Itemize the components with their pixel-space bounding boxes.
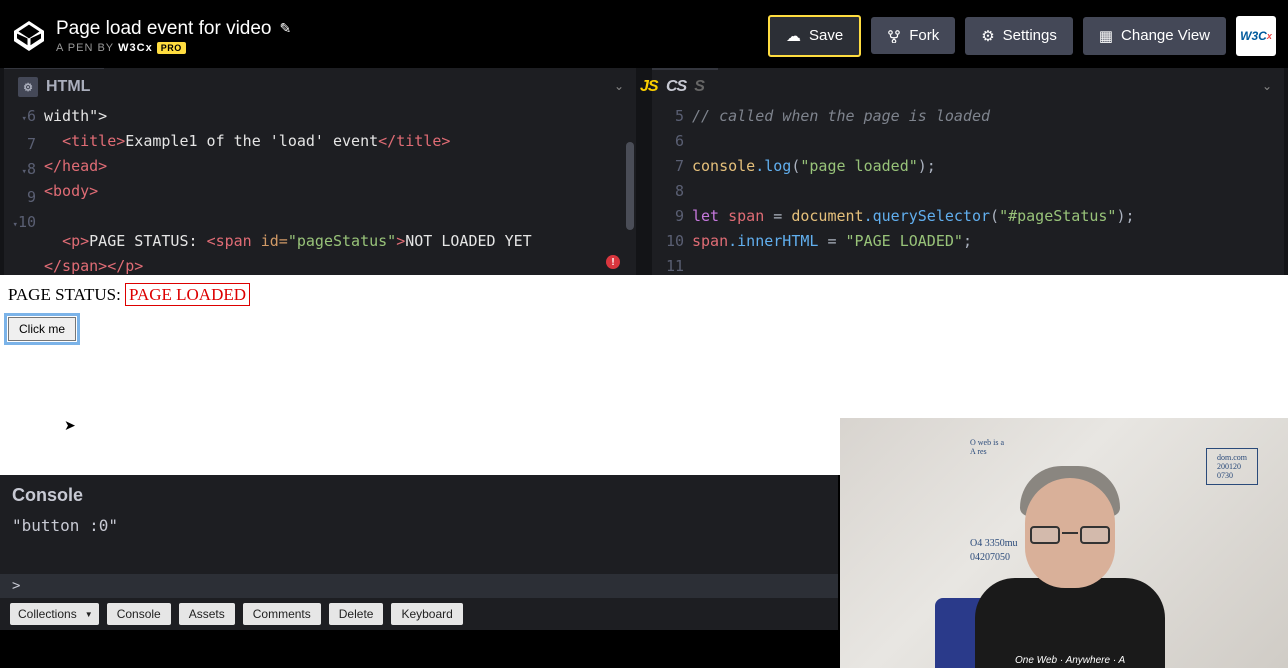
html-tab[interactable]: ⚙ HTML xyxy=(4,68,104,105)
page-status-line: PAGE STATUS: PAGE LOADED xyxy=(8,285,1280,305)
js-editor: CSS JS ⌄ 5 6 7 8 9 10 11 // called when … xyxy=(652,68,1284,275)
layout-icon: ▦ xyxy=(1099,27,1113,45)
gear-icon: ⚙ xyxy=(981,27,994,45)
chevron-down-icon[interactable]: ⌄ xyxy=(1250,79,1284,93)
js-editor-header: CSS JS ⌄ xyxy=(652,68,1284,104)
editor-gear-icon[interactable]: ⚙ xyxy=(18,77,38,97)
pen-by-label: A PEN BY xyxy=(56,42,114,54)
js-code-area[interactable]: 5 6 7 8 9 10 11 // called when the page … xyxy=(652,104,1284,275)
html-gutter: ▾6 7 ▾8 9 ▾10 xyxy=(4,104,44,275)
html-editor-header: ⚙ HTML ⌄ xyxy=(4,68,636,104)
chevron-down-icon[interactable]: ⌄ xyxy=(602,79,636,93)
js-code-lines[interactable]: // called when the page is loaded consol… xyxy=(692,104,1284,275)
console-button[interactable]: Console xyxy=(107,603,171,625)
app-header: Page load event for video ✎ A PEN BY W3C… xyxy=(0,3,1288,68)
edit-icon[interactable]: ✎ xyxy=(280,20,292,37)
bottom-toolbar: Collections Console Assets Comments Dele… xyxy=(0,598,838,630)
codepen-logo[interactable] xyxy=(12,19,46,53)
assets-button[interactable]: Assets xyxy=(179,603,235,625)
w3c-avatar[interactable]: W3Cx xyxy=(1236,16,1276,56)
save-button[interactable]: ☁ Save xyxy=(768,15,861,57)
click-me-button[interactable]: Click me xyxy=(8,317,76,341)
cursor-icon: ➤ xyxy=(64,417,76,434)
html-code-lines[interactable]: width"> <title>Example1 of the 'load' ev… xyxy=(44,104,636,275)
html-editor: ⚙ HTML ⌄ ▾6 7 ▾8 9 ▾10 width"> <title>Ex… xyxy=(4,68,636,275)
pen-title: Page load event for video xyxy=(56,18,272,40)
change-view-button[interactable]: ▦ Change View xyxy=(1083,17,1226,55)
html-code-area[interactable]: ▾6 7 ▾8 9 ▾10 width"> <title>Example1 of… xyxy=(4,104,636,275)
console-panel: Console "button :0" > xyxy=(0,475,838,598)
fork-button[interactable]: Fork xyxy=(871,17,955,54)
delete-button[interactable]: Delete xyxy=(329,603,384,625)
console-title: Console xyxy=(0,475,838,512)
js-tab[interactable]: CSS JS xyxy=(652,68,718,104)
fork-icon xyxy=(887,29,901,43)
console-output: "button :0" xyxy=(0,512,838,574)
js-gutter: 5 6 7 8 9 10 11 xyxy=(652,104,692,275)
scrollbar-thumb[interactable] xyxy=(626,142,634,230)
webcam-overlay: O4 3350mu 04207050 O web is aA res dom.c… xyxy=(840,418,1288,668)
pen-author[interactable]: W3Cx xyxy=(118,42,153,54)
pro-badge: PRO xyxy=(157,42,186,54)
comments-button[interactable]: Comments xyxy=(243,603,321,625)
console-prompt[interactable]: > xyxy=(0,574,838,598)
cloud-icon: ☁ xyxy=(786,27,801,45)
error-indicator[interactable]: ! xyxy=(606,255,620,269)
person: One Web · Anywhere · A xyxy=(970,448,1170,668)
collections-select[interactable]: Collections xyxy=(10,603,99,625)
editor-row: ⚙ HTML ⌄ ▾6 7 ▾8 9 ▾10 width"> <title>Ex… xyxy=(0,68,1288,275)
page-status-value: PAGE LOADED xyxy=(125,283,250,306)
settings-button[interactable]: ⚙ Settings xyxy=(965,17,1073,55)
keyboard-button[interactable]: Keyboard xyxy=(391,603,462,625)
